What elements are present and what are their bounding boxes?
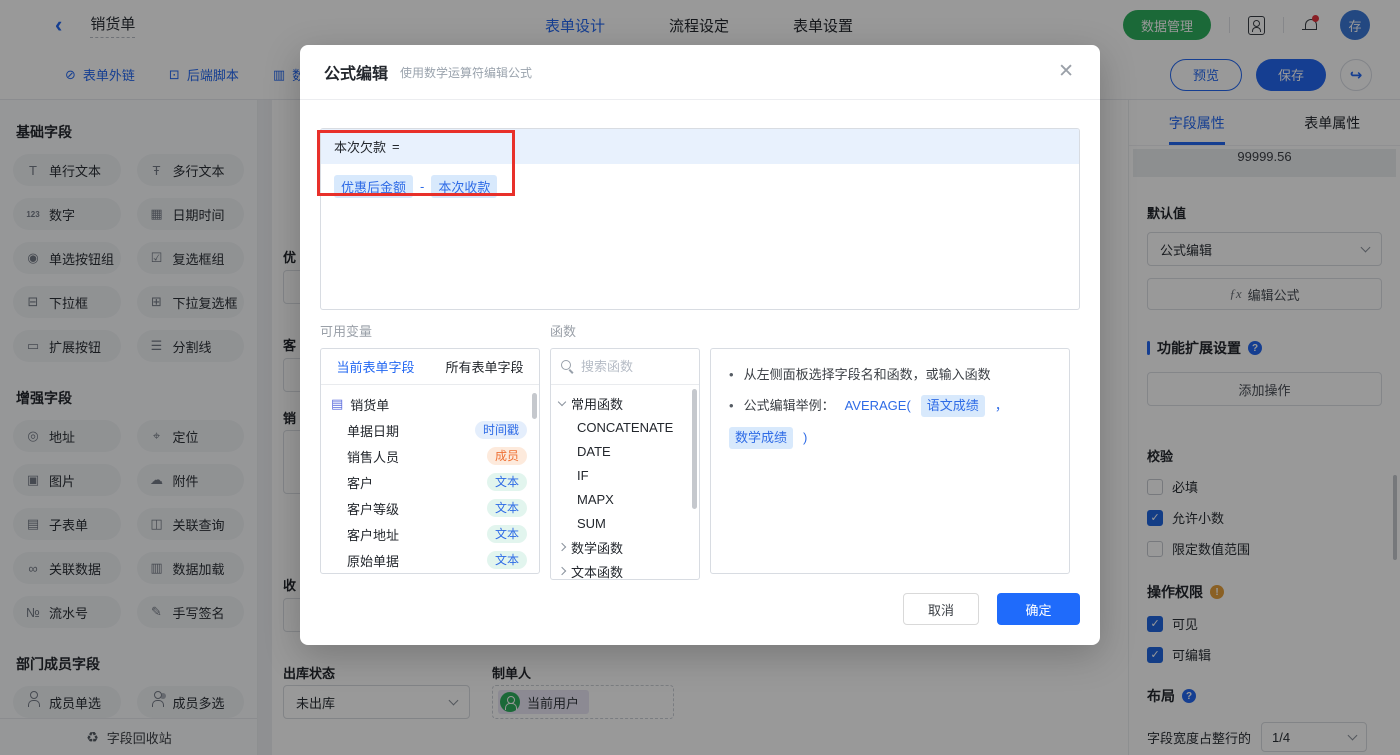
formula-expression[interactable]: 优惠后金额 - 本次收款 bbox=[321, 164, 1079, 209]
variable-name: 客户 bbox=[347, 475, 374, 491]
variable-row[interactable]: 原始单据 文本 bbox=[321, 547, 539, 573]
chevron-down-icon bbox=[557, 397, 567, 406]
modal-title: 公式编辑 bbox=[324, 66, 389, 83]
variables-label: 可用变量 bbox=[320, 324, 373, 339]
variables-scrollbar[interactable] bbox=[532, 393, 537, 419]
function-item[interactable]: IF bbox=[551, 463, 699, 487]
tab-current-form-fields[interactable]: 当前表单字段 bbox=[321, 349, 430, 384]
variable-name: 销售人员 bbox=[347, 449, 400, 465]
help-tip-text: 从左侧面板选择字段名和函数，或输入函数 bbox=[743, 367, 991, 382]
help-tip: • 从左侧面板选择字段名和函数，或输入函数 bbox=[729, 365, 1051, 385]
function-search-input[interactable] bbox=[581, 359, 671, 374]
help-example-field-chip: 数学成绩 bbox=[729, 427, 794, 449]
function-item[interactable]: MAPX bbox=[551, 487, 699, 511]
variables-panel: 当前表单字段 所有表单字段 ▤ 销货单 单据日期 时间戳 销售人员 成员 客户 … bbox=[320, 348, 540, 574]
formula-field-token[interactable]: 优惠后金额 bbox=[334, 175, 414, 198]
bullet-icon: • bbox=[729, 398, 734, 413]
variable-name: 客户等级 bbox=[347, 501, 400, 517]
variable-type-badge: 成员 bbox=[486, 447, 527, 465]
variable-name: 原始单据 bbox=[347, 553, 400, 569]
formula-target: 本次欠款 bbox=[334, 140, 387, 155]
function-group-math[interactable]: 数学函数 bbox=[551, 535, 699, 559]
variable-row[interactable]: 客户 文本 bbox=[321, 469, 539, 495]
variable-type-badge: 文本 bbox=[486, 473, 527, 491]
tree-root-label: 销货单 bbox=[350, 397, 390, 413]
function-item[interactable]: DATE bbox=[551, 439, 699, 463]
variable-row[interactable]: 客户等级 文本 bbox=[321, 495, 539, 521]
formula-edit-modal: 公式编辑 使用数学运算符编辑公式 ✕ 本次欠款 = 优惠后金额 - 本次收款 可… bbox=[300, 45, 1100, 645]
formula-target-row: 本次欠款 = bbox=[321, 129, 1079, 164]
function-group-common[interactable]: 常用函数 bbox=[551, 391, 699, 415]
variables-tree: ▤ 销货单 单据日期 时间戳 销售人员 成员 客户 文本 客户等级 文本 客户地… bbox=[321, 385, 539, 573]
function-item[interactable]: SUM bbox=[551, 511, 699, 535]
function-search[interactable] bbox=[551, 349, 699, 385]
help-example-prefix: 公式编辑举例： bbox=[743, 398, 835, 413]
help-example-comma: ， bbox=[994, 398, 1008, 413]
variable-name: 客户地址 bbox=[347, 527, 400, 543]
help-example-function: AVERAGE( bbox=[844, 398, 911, 413]
modal-header: 公式编辑 使用数学运算符编辑公式 bbox=[300, 45, 1100, 100]
form-doc-icon: ▤ bbox=[331, 396, 344, 411]
app-root: ‹ 销货单 表单设计 流程设定 表单设置 数据管理 存 ⊘ 表单外链 ⊡ 后端脚… bbox=[0, 0, 1400, 755]
function-group-label: 数学函数 bbox=[571, 540, 624, 556]
variable-row[interactable]: 销售人员 成员 bbox=[321, 443, 539, 469]
variable-type-badge: 文本 bbox=[486, 525, 527, 543]
search-icon bbox=[561, 360, 574, 373]
help-panel: • 从左侧面板选择字段名和函数，或输入函数 • 公式编辑举例： AVERAGE(… bbox=[710, 348, 1070, 574]
chevron-right-icon bbox=[557, 566, 567, 576]
variable-type-badge: 文本 bbox=[486, 551, 527, 569]
cancel-button[interactable]: 取消 bbox=[903, 593, 979, 625]
confirm-button[interactable]: 确定 bbox=[997, 593, 1080, 625]
functions-tree: 常用函数 CONCATENATE DATE IF MAPX SUM 数学函数 文… bbox=[551, 385, 699, 580]
variable-name: 单据日期 bbox=[347, 423, 400, 439]
functions-scrollbar[interactable] bbox=[692, 389, 697, 509]
help-example-field-chip: 语文成绩 bbox=[920, 395, 985, 417]
formula-field-token[interactable]: 本次收款 bbox=[431, 175, 498, 198]
variable-type-badge: 文本 bbox=[486, 499, 527, 517]
functions-label: 函数 bbox=[550, 324, 577, 339]
chevron-right-icon bbox=[557, 542, 567, 552]
variables-tabs: 当前表单字段 所有表单字段 bbox=[321, 349, 539, 385]
function-group-text[interactable]: 文本函数 bbox=[551, 559, 699, 580]
bullet-icon: • bbox=[729, 367, 734, 382]
formula-editor[interactable]: 本次欠款 = 优惠后金额 - 本次收款 bbox=[320, 128, 1080, 310]
close-icon[interactable]: ✕ bbox=[1058, 62, 1074, 81]
tab-all-form-fields[interactable]: 所有表单字段 bbox=[430, 349, 539, 384]
help-example-close-paren: ) bbox=[803, 430, 808, 445]
function-group-label: 常用函数 bbox=[571, 396, 624, 412]
formula-equals: = bbox=[392, 139, 400, 154]
modal-subtitle: 使用数学运算符编辑公式 bbox=[400, 65, 533, 80]
variable-row[interactable]: 客户地址 文本 bbox=[321, 521, 539, 547]
tree-root-form[interactable]: ▤ 销货单 bbox=[321, 391, 539, 417]
function-group-label: 文本函数 bbox=[571, 564, 624, 580]
help-example: • 公式编辑举例： AVERAGE( 语文成绩 ， 数学成绩 ) bbox=[729, 395, 1051, 449]
functions-panel: 常用函数 CONCATENATE DATE IF MAPX SUM 数学函数 bbox=[550, 348, 700, 580]
variable-row[interactable]: 单据日期 时间戳 bbox=[321, 417, 539, 443]
variable-type-badge: 时间戳 bbox=[474, 421, 527, 439]
formula-operator[interactable]: - bbox=[420, 179, 424, 194]
function-item[interactable]: CONCATENATE bbox=[551, 415, 699, 439]
